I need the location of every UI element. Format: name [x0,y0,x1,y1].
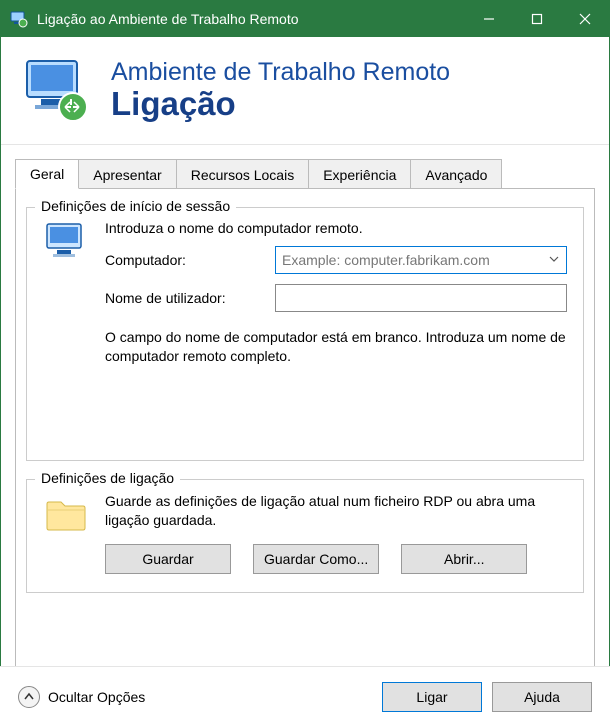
open-button[interactable]: Abrir... [401,544,527,574]
logon-note: O campo do nome de computador está em br… [105,328,567,366]
tab-advanced[interactable]: Avançado [410,159,502,189]
help-button[interactable]: Ajuda [492,682,592,712]
header: Ambiente de Trabalho Remoto Ligação [1,37,609,145]
minimize-button[interactable] [465,1,513,37]
maximize-button[interactable] [513,1,561,37]
logon-settings-group: Definições de início de sessão Introduza… [26,207,584,461]
window-title: Ligação ao Ambiente de Trabalho Remoto [37,11,465,27]
titlebar: Ligação ao Ambiente de Trabalho Remoto [1,1,609,37]
rdp-small-icon [9,9,29,29]
hide-options-label: Ocultar Opções [48,689,145,705]
footer: Ocultar Opções Ligar Ajuda [0,666,610,726]
chevron-up-icon [18,686,40,708]
folder-icon [43,492,105,541]
rdp-large-icon [21,55,93,127]
connect-button[interactable]: Ligar [382,682,482,712]
connection-legend: Definições de ligação [35,470,180,486]
computer-combobox[interactable]: Example: computer.fabrikam.com [275,246,567,274]
logon-legend: Definições de início de sessão [35,198,236,214]
header-line2: Ligação [111,86,450,122]
logon-instruction: Introduza o nome do computador remoto. [105,220,567,236]
tab-general[interactable]: Geral [15,159,79,189]
tabs: Geral Apresentar Recursos Locais Experiê… [15,159,595,189]
computer-placeholder: Example: computer.fabrikam.com [282,252,490,268]
header-title-group: Ambiente de Trabalho Remoto Ligação [111,59,450,123]
username-field[interactable] [275,284,567,312]
tabpanel-general: Definições de início de sessão Introduza… [15,188,595,668]
tab-experience[interactable]: Experiência [308,159,411,189]
computer-icon [43,220,105,273]
header-line1: Ambiente de Trabalho Remoto [111,59,450,87]
save-button[interactable]: Guardar [105,544,231,574]
tab-local-resources[interactable]: Recursos Locais [176,159,310,189]
username-label: Nome de utilizador: [105,290,275,306]
computer-label: Computador: [105,252,275,268]
connection-text: Guarde as definições de ligação atual nu… [105,492,567,530]
save-as-button[interactable]: Guardar Como... [253,544,379,574]
hide-options-toggle[interactable]: Ocultar Opções [18,686,372,708]
tab-display[interactable]: Apresentar [78,159,176,189]
connection-settings-group: Definições de ligação Guarde as definiçõ… [26,479,584,593]
chevron-down-icon [548,252,560,268]
close-button[interactable] [561,1,609,37]
